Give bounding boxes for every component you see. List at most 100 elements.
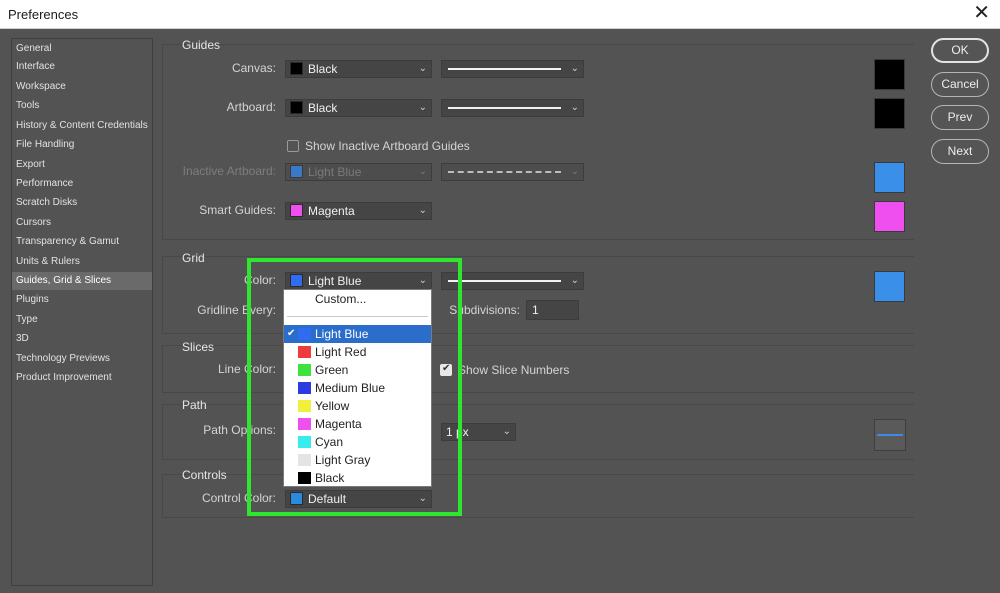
line-style-solid xyxy=(448,68,561,70)
color-swatch xyxy=(298,400,311,412)
chevron-down-icon: ⌄ xyxy=(418,63,427,74)
color-swatch xyxy=(298,364,311,376)
inactive-artboard-color-preview[interactable] xyxy=(874,162,905,193)
sidebar-item-plugins[interactable]: Plugins xyxy=(12,291,152,309)
color-swatch xyxy=(298,346,311,358)
artboard-label: Artboard: xyxy=(226,100,276,114)
line-style-solid xyxy=(448,107,561,109)
show-slice-numbers-label: Show Slice Numbers xyxy=(458,363,570,377)
artboard-style-select[interactable]: ⌄ xyxy=(441,99,584,117)
sidebar-item-interface[interactable]: Interface xyxy=(12,58,152,76)
chevron-down-icon: ⌄ xyxy=(570,275,579,286)
grid-color-label: Color: xyxy=(243,273,276,287)
canvas-color-value: Black xyxy=(308,62,338,76)
sidebar-item-type[interactable]: Type xyxy=(12,311,152,329)
artboard-color-preview[interactable] xyxy=(874,98,905,129)
sidebar-item-guides-grid-slices[interactable]: Guides, Grid & Slices xyxy=(12,272,152,290)
path-width-select[interactable]: 1 px ⌄ xyxy=(441,423,516,441)
chevron-down-icon: ⌄ xyxy=(570,102,579,113)
dropdown-item-label: Light Gray xyxy=(315,453,371,467)
smart-guides-color-swatch xyxy=(290,204,303,217)
dropdown-item-black[interactable]: Black xyxy=(284,469,431,487)
line-style-dashed xyxy=(448,171,561,173)
canvas-color-select[interactable]: Black ⌄ xyxy=(285,60,432,78)
sidebar-item-units-rulers[interactable]: Units & Rulers xyxy=(12,253,152,271)
inactive-artboard-style-select[interactable]: ⌄ xyxy=(441,163,584,181)
chevron-down-icon: ⌄ xyxy=(418,275,427,286)
sidebar-item-scratch-disks[interactable]: Scratch Disks xyxy=(12,194,152,212)
canvas-label: Canvas: xyxy=(231,61,276,75)
dropdown-item-green[interactable]: Green xyxy=(284,361,431,379)
dropdown-item-magenta[interactable]: Magenta xyxy=(284,415,431,433)
control-color-swatch xyxy=(290,492,303,505)
control-color-select[interactable]: Default ⌄ xyxy=(285,490,432,508)
dropdown-item-cyan[interactable]: Cyan xyxy=(284,433,431,451)
canvas-color-swatch xyxy=(290,62,303,75)
control-color-label: Control Color: xyxy=(201,491,276,505)
cancel-button[interactable]: Cancel xyxy=(931,72,989,97)
color-swatch xyxy=(298,418,311,430)
dropdown-item-label: Light Blue xyxy=(315,327,369,341)
sidebar-item-file-handling[interactable]: File Handling xyxy=(12,136,152,154)
dropdown-item-light-blue[interactable]: ✔ Light Blue xyxy=(284,325,431,343)
close-icon[interactable]: ✕ xyxy=(973,3,990,23)
chevron-down-icon: ⌄ xyxy=(418,205,427,216)
next-button[interactable]: Next xyxy=(931,139,989,164)
dropdown-item-label: Magenta xyxy=(315,417,362,431)
smart-guides-color-select[interactable]: Magenta ⌄ xyxy=(285,202,432,220)
artboard-color-swatch xyxy=(290,101,303,114)
sidebar-item-tools[interactable]: Tools xyxy=(12,97,152,115)
smart-guides-color-preview[interactable] xyxy=(874,201,905,232)
grid-color-preview[interactable] xyxy=(874,271,905,302)
dropdown-item-label: Black xyxy=(315,471,345,485)
checkmark-icon: ✔ xyxy=(287,328,296,339)
sidebar-item-general[interactable]: General xyxy=(12,40,152,58)
chevron-down-icon: ⌄ xyxy=(570,166,579,177)
artboard-color-value: Black xyxy=(308,101,338,115)
ok-button[interactable]: OK xyxy=(931,38,989,63)
sidebar-item-workspace[interactable]: Workspace xyxy=(12,78,152,96)
chevron-down-icon: ⌄ xyxy=(502,426,511,437)
gridline-every-label: Gridline Every: xyxy=(197,303,276,317)
grid-style-select[interactable]: ⌄ xyxy=(441,272,584,290)
canvas-color-preview[interactable] xyxy=(874,59,905,90)
show-slice-numbers-checkbox[interactable] xyxy=(440,363,452,376)
subdivisions-label: Subdivisions: xyxy=(449,303,520,317)
sidebar-item-transparency[interactable]: Transparency & Gamut xyxy=(12,233,152,251)
show-inactive-artboard-label: Show Inactive Artboard Guides xyxy=(305,139,470,153)
sidebar-item-performance[interactable]: Performance xyxy=(12,175,152,193)
sidebar-item-export[interactable]: Export xyxy=(12,156,152,174)
smart-guides-color-value: Magenta xyxy=(308,204,355,218)
chevron-down-icon: ⌄ xyxy=(570,63,579,74)
window-title: Preferences xyxy=(8,7,79,22)
chevron-down-icon: ⌄ xyxy=(418,102,427,113)
inactive-artboard-color-select[interactable]: Light Blue ⌄ xyxy=(285,163,432,181)
show-inactive-artboard-checkbox[interactable] xyxy=(287,140,299,152)
grid-color-swatch xyxy=(290,274,303,287)
sidebar-item-3d[interactable]: 3D xyxy=(12,330,152,348)
prev-button[interactable]: Prev xyxy=(931,105,989,130)
inactive-artboard-label: Inactive Artboard: xyxy=(182,164,276,178)
sidebar-item-cursors[interactable]: Cursors xyxy=(12,214,152,232)
dropdown-item-medium-blue[interactable]: Medium Blue xyxy=(284,379,431,397)
control-color-value: Default xyxy=(308,492,347,506)
grid-color-select[interactable]: Light Blue ⌄ xyxy=(285,272,432,290)
canvas-style-select[interactable]: ⌄ xyxy=(441,60,584,78)
guides-heading: Guides xyxy=(182,38,221,52)
slices-heading: Slices xyxy=(182,340,215,354)
dropdown-item-custom[interactable]: Custom... xyxy=(284,290,431,308)
sidebar-item-product-improvement[interactable]: Product Improvement xyxy=(12,369,152,387)
chevron-down-icon: ⌄ xyxy=(418,166,427,177)
sidebar-item-technology-previews[interactable]: Technology Previews xyxy=(12,350,152,368)
sidebar-item-history[interactable]: History & Content Credentials xyxy=(12,117,152,135)
preferences-sidebar: General Interface Workspace Tools Histor… xyxy=(11,38,153,586)
artboard-color-select[interactable]: Black ⌄ xyxy=(285,99,432,117)
grid-heading: Grid xyxy=(182,251,205,265)
dropdown-item-light-gray[interactable]: Light Gray xyxy=(284,451,431,469)
dropdown-item-yellow[interactable]: Yellow xyxy=(284,397,431,415)
controls-heading: Controls xyxy=(182,468,227,482)
dropdown-item-label: Light Red xyxy=(315,345,367,359)
subdivisions-input[interactable]: 1 xyxy=(526,300,579,320)
title-bar: Preferences ✕ xyxy=(0,0,1000,29)
dropdown-item-light-red[interactable]: Light Red xyxy=(284,343,431,361)
